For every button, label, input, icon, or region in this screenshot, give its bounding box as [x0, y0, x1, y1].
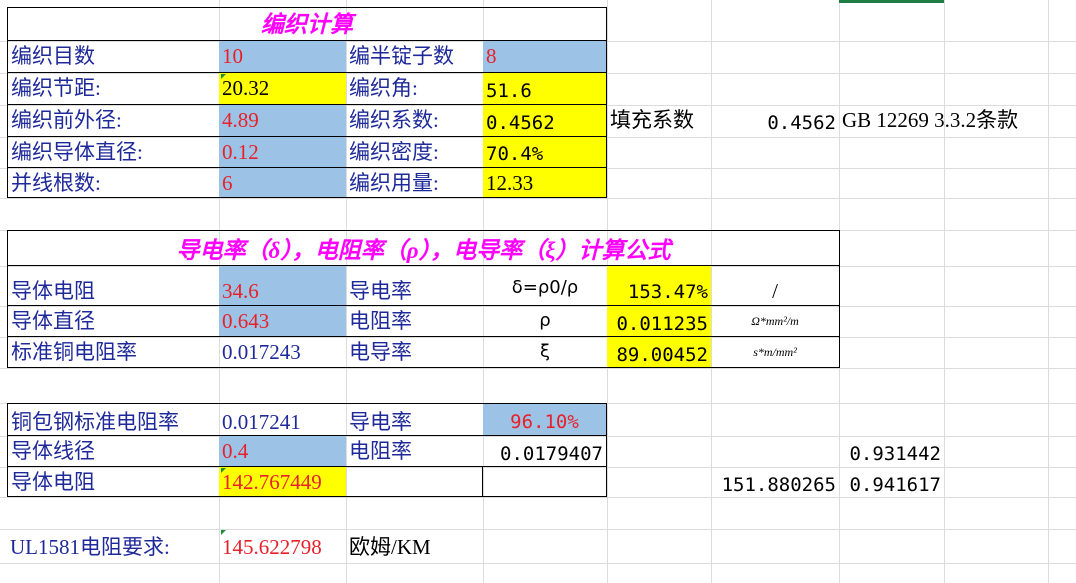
selected-column-indicator [839, 0, 944, 3]
ccs-value-wire-diameter[interactable]: 0.4 [219, 436, 346, 467]
ccs-empty-cell-2[interactable] [483, 467, 607, 497]
formula-result-resistivity[interactable]: 0.011235 [607, 306, 711, 337]
braid-value-spindles[interactable]: 8 [483, 41, 607, 73]
braid-value-mesh[interactable]: 10 [219, 41, 346, 73]
formula-result-conductivity[interactable]: 153.47% [607, 266, 711, 306]
formula-value-resistance[interactable]: 34.6 [219, 266, 346, 306]
ul-requirement-value[interactable]: 145.622798 [219, 529, 346, 563]
formula-symbol-delta[interactable]: δ=ρ0/ρ [483, 266, 607, 306]
braid-value-strands[interactable]: 6 [219, 168, 346, 198]
braid-label-coefficient[interactable]: 编织系数: [346, 105, 483, 137]
ul-requirement-unit[interactable]: 欧姆/KM [346, 529, 483, 563]
braid-label-usage[interactable]: 编织用量: [346, 168, 483, 198]
ul-requirement-label[interactable]: UL1581电阻要求: [7, 529, 219, 563]
ccs-label-resistance[interactable]: 导体电阻 [7, 467, 219, 497]
ccs-label-wire-diameter[interactable]: 导体线径 [7, 436, 219, 467]
formula-label-resistance[interactable]: 导体电阻 [7, 266, 219, 306]
cell-note-marker [221, 468, 226, 473]
formula-unit-electrical-conductivity[interactable]: s*m/mm² [711, 337, 840, 368]
braid-label-strands[interactable]: 并线根数: [7, 168, 219, 198]
braid-label-density[interactable]: 编织密度: [346, 137, 483, 168]
braid-label-wire-diameter[interactable]: 编织导体直径: [7, 137, 219, 168]
formula-title[interactable]: 导电率（δ），电阻率（ρ），电导率（ξ）计算公式 [7, 230, 840, 266]
ccs-value-standard-resistivity[interactable]: 0.017241 [219, 403, 346, 436]
formula-value-standard-copper[interactable]: 0.017243 [219, 337, 346, 368]
ccs-value-conductivity[interactable]: 96.10% [483, 403, 607, 436]
cell-note-marker [221, 74, 226, 79]
formula-unit-resistivity[interactable]: Ω*mm²/m [711, 306, 840, 337]
braid-label-pitch[interactable]: 编织节距: [7, 73, 219, 105]
ccs-extra-value-2a[interactable]: 151.880265 [711, 467, 839, 497]
braid-value-density[interactable]: 70.4% [483, 137, 607, 168]
cell-note-marker [221, 530, 226, 535]
formula-symbol-rho[interactable]: ρ [483, 306, 607, 337]
formula-result-electrical-conductivity[interactable]: 89.00452 [607, 337, 711, 368]
braid-value-pitch[interactable]: 20.32 [219, 73, 346, 105]
formula-label-diameter[interactable]: 导体直径 [7, 306, 219, 337]
ccs-label-resistivity[interactable]: 电阻率 [346, 436, 483, 467]
formula-label-standard-copper[interactable]: 标准铜电阻率 [7, 337, 219, 368]
braid-value-usage[interactable]: 12.33 [483, 168, 607, 198]
formula-label-conductivity[interactable]: 导电率 [346, 266, 483, 306]
ccs-label-conductivity[interactable]: 导电率 [346, 403, 483, 436]
braid-label-angle[interactable]: 编织角: [346, 73, 483, 105]
braid-value-coefficient[interactable]: 0.4562 [483, 105, 607, 137]
ccs-value-resistivity[interactable]: 0.0179407 [483, 436, 607, 467]
braid-value-outer-diameter[interactable]: 4.89 [219, 105, 346, 137]
braid-label-spindles[interactable]: 编半锭子数 [346, 41, 483, 73]
formula-value-diameter[interactable]: 0.643 [219, 306, 346, 337]
ccs-extra-value-1[interactable]: 0.931442 [839, 436, 944, 467]
formula-label-electrical-conductivity[interactable]: 电导率 [346, 337, 483, 368]
braid-label-outer-diameter[interactable]: 编织前外径: [7, 105, 219, 137]
formula-label-resistivity[interactable]: 电阻率 [346, 306, 483, 337]
ccs-label-standard-resistivity[interactable]: 铜包钢标准电阻率 [7, 403, 219, 436]
formula-unit-conductivity[interactable]: / [711, 266, 840, 306]
fill-factor-label[interactable]: 填充系数 [607, 105, 711, 137]
fill-factor-value[interactable]: 0.4562 [711, 105, 839, 137]
ccs-empty-cell-1[interactable] [346, 467, 483, 497]
ccs-value-resistance[interactable]: 142.767449 [219, 467, 346, 497]
braid-value-wire-diameter[interactable]: 0.12 [219, 137, 346, 168]
formula-symbol-xi[interactable]: ξ [483, 337, 607, 368]
standard-reference[interactable]: GB 12269 3.3.2条款 [839, 105, 1076, 137]
braid-label-mesh[interactable]: 编织目数 [7, 41, 219, 73]
braid-title[interactable]: 编织计算 [7, 7, 607, 41]
braid-value-angle[interactable]: 51.6 [483, 73, 607, 105]
ccs-extra-value-2b[interactable]: 0.941617 [839, 467, 944, 497]
